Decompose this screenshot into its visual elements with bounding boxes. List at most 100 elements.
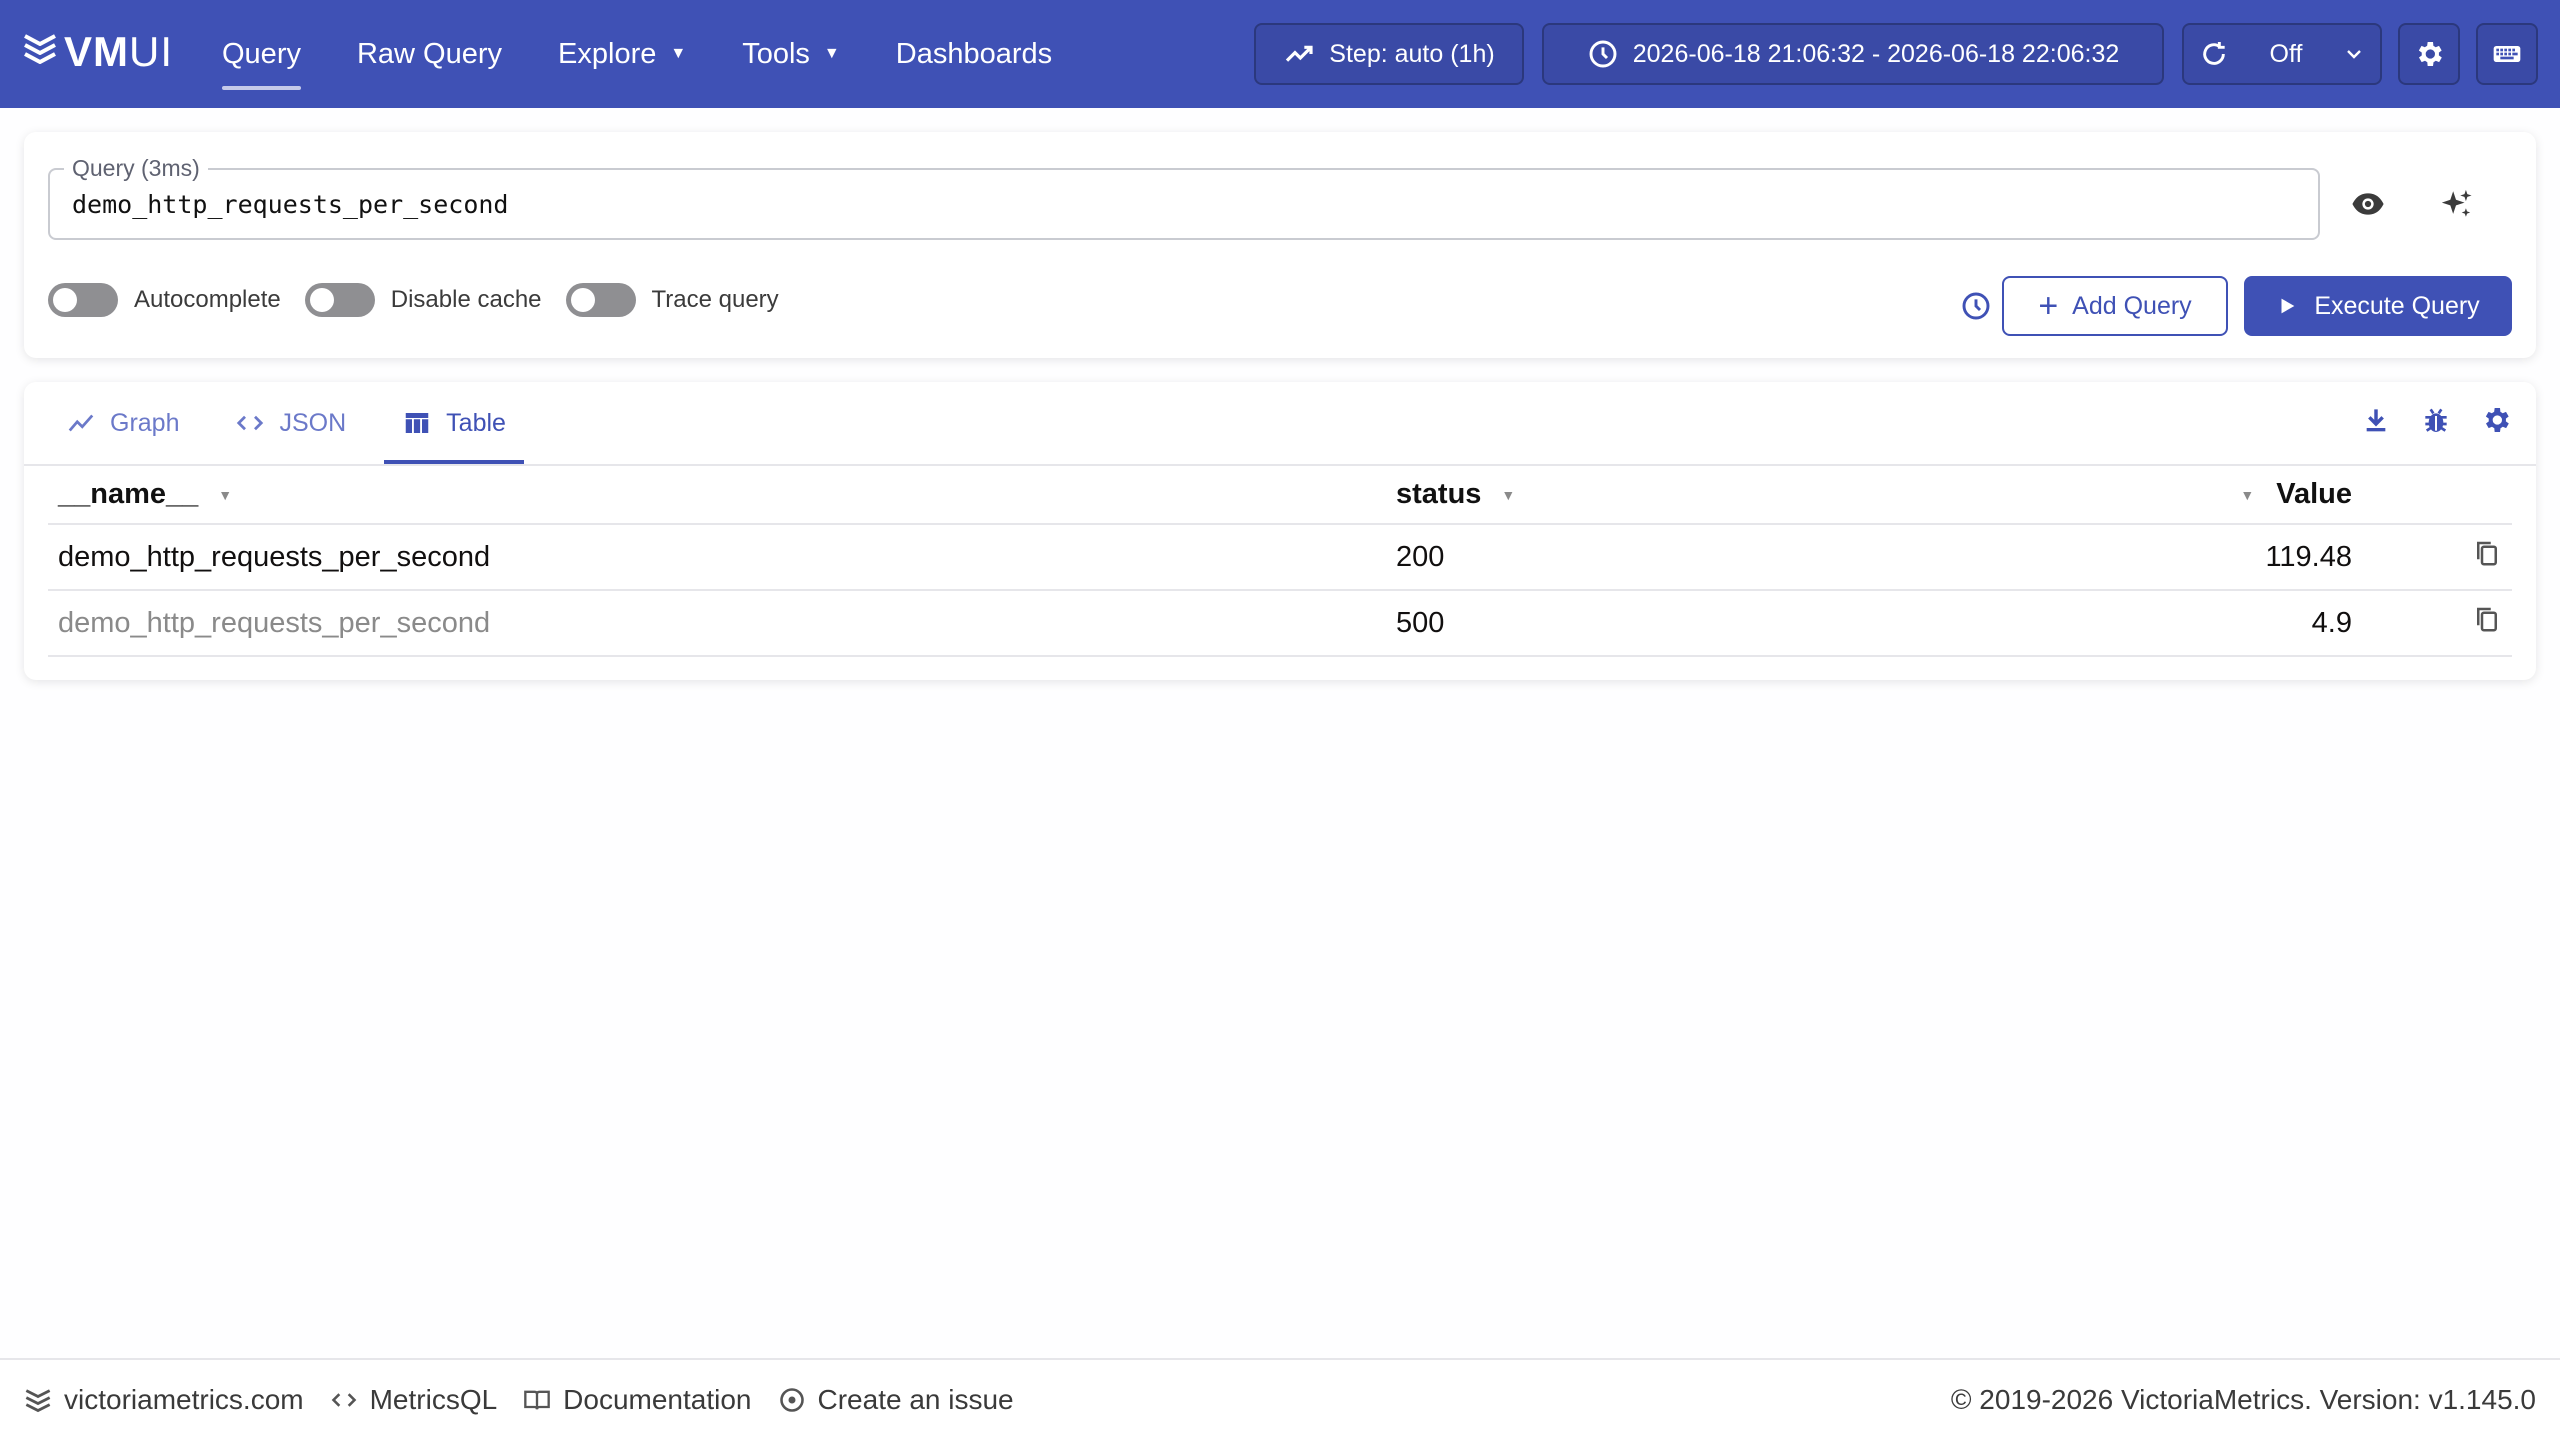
- sort-arrow-icon[interactable]: ▼: [1501, 487, 1515, 503]
- column-label: __name__: [58, 478, 199, 510]
- copyright-version: © 2019-2026 VictoriaMetrics. Version: v1…: [1950, 1384, 2536, 1415]
- nav-tools[interactable]: Tools ▼: [720, 0, 862, 108]
- cell-value: 4.9: [2186, 590, 2362, 657]
- copy-icon[interactable]: [2472, 538, 2502, 568]
- refresh-icon: [2202, 42, 2225, 65]
- auto-refresh-button[interactable]: Off: [2182, 23, 2382, 85]
- ai-assistant-button[interactable]: [2434, 182, 2478, 226]
- footer-link-label: victoriametrics.com: [64, 1384, 304, 1415]
- results-panel: Graph JSON Table __name__ ▼ status ▼ ▼ Valu…: [24, 382, 2536, 680]
- query-input[interactable]: Query (3ms) demo_http_requests_per_secon…: [48, 155, 2320, 240]
- gear-icon[interactable]: [2480, 404, 2512, 436]
- toggle-label: Disable cache: [390, 286, 542, 313]
- gear-icon: [2418, 42, 2442, 66]
- vmui-logo[interactable]: VMUI: [22, 28, 173, 75]
- cell-value: 119.48: [2186, 524, 2362, 591]
- toggle-switch[interactable]: [304, 283, 375, 317]
- sparkles-icon: [2441, 189, 2472, 217]
- table-row: demo_http_requests_per_second 500 4.9: [48, 590, 2512, 657]
- nav-raw-query[interactable]: Raw Query: [335, 0, 524, 108]
- table-header-row: __name__ ▼ status ▼ ▼ Value: [48, 466, 2512, 525]
- chevron-down-icon: [2347, 50, 2362, 59]
- footer-link-label: MetricsQL: [369, 1384, 498, 1415]
- time-range-button[interactable]: 2026-06-18 21:06:32 - 2026-06-18 22:06:3…: [1542, 23, 2164, 85]
- book-icon: [524, 1390, 551, 1410]
- clock-icon: [1589, 40, 1617, 68]
- autocomplete-toggle[interactable]: Autocomplete: [48, 283, 281, 317]
- query-panel: Query (3ms) demo_http_requests_per_secon…: [24, 132, 2536, 358]
- nav-label: Query: [222, 37, 301, 70]
- chart-line-icon: [68, 414, 94, 432]
- trace-query-toggle[interactable]: Trace query: [565, 283, 779, 317]
- toggle-switch[interactable]: [48, 283, 118, 317]
- sort-arrow-icon[interactable]: ▼: [218, 487, 232, 503]
- footer-link-documentation[interactable]: Documentation: [523, 1384, 752, 1416]
- issue-icon: [779, 1388, 804, 1412]
- cell-status: 500: [1386, 590, 2186, 657]
- column-label: Value: [2276, 478, 2352, 510]
- footer-link-metricsql[interactable]: MetricsQL: [330, 1384, 498, 1416]
- add-query-label: Add Query: [2072, 291, 2192, 320]
- cell-status: 200: [1386, 524, 2186, 591]
- main-nav: Query Raw Query Explore ▼ Tools ▼ Dashboar…: [200, 0, 1086, 108]
- query-options: Autocomplete Disable cache Trace query: [48, 282, 803, 318]
- tab-table[interactable]: Table: [384, 382, 524, 464]
- settings-button[interactable]: [2398, 23, 2460, 85]
- copy-row-button[interactable]: [2362, 590, 2512, 657]
- preview-button[interactable]: [2346, 182, 2390, 226]
- results-tabs: Graph JSON Table: [48, 382, 544, 464]
- execute-query-button[interactable]: Execute Query: [2244, 276, 2512, 336]
- cell-name: demo_http_requests_per_second: [48, 590, 1386, 657]
- download-icon[interactable]: [2360, 404, 2392, 436]
- results-table: __name__ ▼ status ▼ ▼ Value demo_http_reque…: [48, 466, 2512, 657]
- toggle-switch[interactable]: [565, 283, 636, 317]
- play-icon: [2281, 298, 2295, 314]
- nav-label: Explore: [558, 37, 657, 70]
- cell-name: demo_http_requests_per_second: [48, 524, 1386, 591]
- step-button[interactable]: Step: auto (1h): [1254, 23, 1524, 85]
- nav-label: Tools: [742, 37, 810, 70]
- footer-link-website[interactable]: victoriametrics.com: [24, 1384, 304, 1416]
- table-icon: [405, 413, 429, 433]
- add-query-button[interactable]: + Add Query: [2002, 276, 2228, 336]
- copy-icon[interactable]: [2472, 604, 2502, 634]
- column-header-status[interactable]: status ▼: [1386, 466, 2186, 525]
- query-value[interactable]: demo_http_requests_per_second: [72, 190, 509, 219]
- bug-icon[interactable]: [2420, 404, 2452, 436]
- tab-label: JSON: [279, 408, 347, 437]
- execute-query-label: Execute Query: [2314, 291, 2480, 320]
- footer: victoriametrics.com MetricsQL Documentat…: [0, 1358, 2560, 1440]
- code-icon: [331, 1393, 356, 1407]
- sort-arrow-icon[interactable]: ▼: [2240, 487, 2254, 503]
- results-tools: [2360, 404, 2512, 436]
- time-range-label: 2026-06-18 21:06:32 - 2026-06-18 22:06:3…: [1632, 39, 2120, 68]
- keyboard-shortcuts-button[interactable]: [2476, 23, 2538, 85]
- column-label: status: [1396, 478, 1482, 510]
- column-header-actions: [2362, 466, 2512, 525]
- query-label: Query (3ms): [64, 155, 208, 182]
- keyboard-icon: [2493, 46, 2521, 62]
- footer-link-create-issue[interactable]: Create an issue: [778, 1384, 1014, 1416]
- column-header-value[interactable]: ▼ Value: [2186, 466, 2362, 525]
- nav-label: Dashboards: [895, 37, 1053, 70]
- tab-json[interactable]: JSON: [217, 382, 364, 464]
- code-icon: [237, 415, 264, 431]
- tab-label: Graph: [110, 408, 180, 437]
- top-bar: VMUI Query Raw Query Explore ▼ Tools ▼ Das…: [0, 0, 2560, 108]
- history-clock-icon: [1962, 292, 1990, 320]
- copy-row-button[interactable]: [2362, 524, 2512, 591]
- nav-explore[interactable]: Explore ▼: [536, 0, 708, 108]
- tab-graph[interactable]: Graph: [48, 382, 197, 464]
- victoriametrics-logo-icon: [24, 34, 56, 64]
- column-header-name[interactable]: __name__ ▼: [48, 466, 1386, 525]
- caret-down-icon: ▼: [670, 45, 687, 62]
- nav-dashboards[interactable]: Dashboards: [874, 0, 1074, 108]
- query-history-button[interactable]: [1954, 284, 1998, 328]
- eye-icon: [2352, 193, 2384, 215]
- nav-query[interactable]: Query: [200, 0, 323, 108]
- table-row: demo_http_requests_per_second 200 119.48: [48, 524, 2512, 591]
- chart-line-icon: [1286, 45, 1313, 62]
- disable-cache-toggle[interactable]: Disable cache: [304, 283, 542, 317]
- footer-link-label: Documentation: [563, 1384, 752, 1415]
- victoriametrics-logo-icon: [25, 1389, 51, 1413]
